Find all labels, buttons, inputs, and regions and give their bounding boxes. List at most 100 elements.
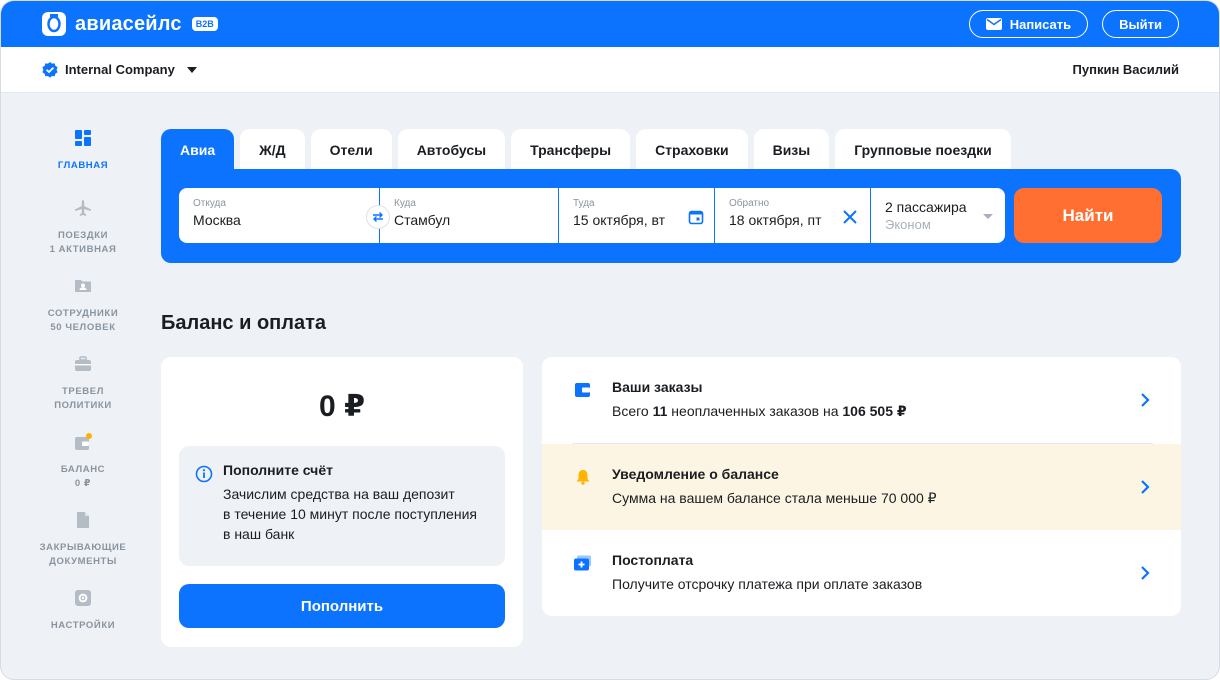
sidebar-item-settings[interactable]: НАСТРОЙКИ bbox=[51, 589, 115, 649]
departure-date-value: 15 октября, вт bbox=[573, 212, 666, 228]
destination-field[interactable]: Куда Стамбул bbox=[380, 188, 558, 243]
sidebar-item-label: ПОЕЗДКИ bbox=[57, 230, 109, 241]
topup-title: Пополните счёт bbox=[223, 462, 333, 478]
tab-hotels[interactable]: Отели bbox=[310, 129, 392, 171]
close-icon[interactable] bbox=[842, 209, 858, 225]
write-button-label: Написать bbox=[1009, 16, 1072, 32]
wallet-icon bbox=[575, 383, 590, 397]
notification-text: Сумма на вашем балансе стала меньше 70 0… bbox=[612, 490, 937, 506]
flight-search-form: Откуда Москва Куда Стамбул Туда 15 октяб… bbox=[161, 169, 1181, 263]
departure-date-field[interactable]: Туда 15 октября, вт bbox=[559, 188, 714, 243]
chevron-down-icon bbox=[983, 214, 993, 219]
sidebar-item-sublabel: ПОЛИТИКИ bbox=[54, 400, 112, 411]
search-button[interactable]: Найти bbox=[1014, 188, 1162, 243]
sidebar-item-trips[interactable]: ПОЕЗДКИ 1 АКТИВНАЯ bbox=[50, 199, 117, 277]
chevron-right-icon bbox=[1141, 393, 1150, 407]
orders-sum: 106 505 ₽ bbox=[842, 403, 907, 419]
sidebar-item-closing-documents[interactable]: ЗАКРЫВАЮЩИЕ ДОКУМЕНТЫ bbox=[40, 511, 127, 589]
user-name[interactable]: Пупкин Василий bbox=[1073, 62, 1179, 77]
topup-text: Зачислим средства на ваш депозит в течен… bbox=[223, 484, 489, 544]
return-date-label: Обратно bbox=[729, 198, 770, 209]
origin-field[interactable]: Откуда Москва bbox=[179, 188, 379, 243]
calendar-icon[interactable] bbox=[688, 209, 704, 225]
mail-icon bbox=[985, 18, 1002, 30]
logout-button[interactable]: Выйти bbox=[1102, 10, 1179, 38]
departure-date-label: Туда bbox=[573, 198, 595, 209]
logo[interactable]: авиасейлс B2B bbox=[41, 11, 218, 37]
topup-button[interactable]: Пополнить bbox=[179, 584, 505, 628]
sidebar-item-sublabel: 0 ₽ bbox=[74, 478, 92, 489]
sidebar: ГЛАВНАЯ ПОЕЗДКИ 1 АКТИВНАЯ СОТРУДНИКИ 50… bbox=[31, 129, 135, 649]
destination-value: Стамбул bbox=[394, 212, 451, 228]
payments-list: Ваши заказы Всего 11 неоплаченных заказо… bbox=[542, 357, 1181, 616]
section-title: Баланс и оплата bbox=[161, 312, 326, 334]
return-date-value: 18 октября, пт bbox=[729, 212, 822, 228]
sidebar-item-employees[interactable]: СОТРУДНИКИ 50 ЧЕЛОВЕК bbox=[48, 277, 119, 355]
dashboard-icon bbox=[74, 130, 91, 146]
sidebar-item-sublabel: ДОКУМЕНТЫ bbox=[49, 556, 117, 567]
orders-text-middle: неоплаченных заказов на bbox=[667, 403, 843, 419]
info-icon bbox=[195, 465, 213, 483]
postpay-title: Постоплата bbox=[612, 552, 694, 568]
passengers-value: 2 пассажира bbox=[885, 199, 967, 215]
tab-group-trips[interactable]: Групповые поездки bbox=[835, 129, 1011, 171]
list-item-postpayment[interactable]: Постоплата Получите отсрочку платежа при… bbox=[542, 530, 1181, 616]
swap-icon bbox=[373, 212, 383, 222]
wallet-icon bbox=[74, 433, 92, 450]
sidebar-item-label: ГЛАВНАЯ bbox=[57, 160, 109, 171]
tab-insurance[interactable]: Страховки bbox=[636, 129, 748, 171]
write-button[interactable]: Написать bbox=[968, 10, 1089, 38]
logo-badge: B2B bbox=[191, 17, 218, 31]
id-card-icon bbox=[74, 280, 91, 292]
swap-cities-button[interactable] bbox=[366, 205, 390, 229]
aviasales-logo-icon bbox=[42, 12, 66, 36]
topup-text-line: Зачислим средства на ваш депозит bbox=[223, 486, 455, 502]
chevron-right-icon bbox=[1141, 480, 1150, 494]
chevron-down-icon bbox=[186, 66, 197, 73]
bell-icon bbox=[576, 470, 590, 485]
cabin-class-value: Эконом bbox=[885, 217, 931, 232]
service-tabs: Авиа Ж/Д Отели Автобусы Трансферы Страхо… bbox=[161, 129, 1011, 171]
postpay-icon bbox=[574, 555, 591, 571]
list-item-orders[interactable]: Ваши заказы Всего 11 неоплаченных заказо… bbox=[542, 357, 1181, 443]
passengers-selector[interactable]: 2 пассажира Эконом bbox=[871, 188, 1005, 243]
balance-card: 0 ₽ Пополните счёт Зачислим средства на … bbox=[161, 357, 523, 647]
topup-text-line: в наш банк bbox=[223, 526, 295, 542]
document-icon bbox=[77, 512, 89, 528]
airplane-icon bbox=[74, 200, 91, 216]
orders-text-prefix: Всего bbox=[612, 403, 653, 419]
briefcase-icon bbox=[74, 356, 91, 371]
sidebar-item-label: СОТРУДНИКИ bbox=[47, 308, 119, 319]
company-name: Internal Company bbox=[65, 62, 175, 77]
sub-header: Internal Company Пупкин Василий bbox=[1, 47, 1219, 93]
tab-avia[interactable]: Авиа bbox=[161, 129, 235, 171]
sidebar-item-home[interactable]: ГЛАВНАЯ bbox=[58, 129, 108, 199]
postpay-text: Получите отсрочку платежа при оплате зак… bbox=[612, 576, 923, 592]
company-selector[interactable]: Internal Company bbox=[41, 61, 197, 79]
sidebar-item-balance[interactable]: БАЛАНС 0 ₽ bbox=[61, 433, 105, 511]
sidebar-item-label: БАЛАНС bbox=[60, 464, 106, 475]
tab-railway[interactable]: Ж/Д bbox=[240, 129, 305, 171]
app-window: авиасейлс B2B Написать Выйти Internal Co… bbox=[0, 0, 1220, 680]
list-item-balance-notification[interactable]: Уведомление о балансе Сумма на вашем бал… bbox=[542, 444, 1181, 530]
orders-text: Всего 11 неоплаченных заказов на 106 505… bbox=[612, 403, 1181, 420]
origin-value: Москва bbox=[193, 212, 241, 228]
sidebar-item-label: ЗАКРЫВАЮЩИЕ bbox=[39, 542, 127, 553]
tab-buses[interactable]: Автобусы bbox=[397, 129, 506, 171]
sidebar-item-travel-policies[interactable]: ТРЕВЕЛ ПОЛИТИКИ bbox=[54, 355, 112, 433]
balance-amount: 0 ₽ bbox=[319, 390, 365, 423]
return-date-field[interactable]: Обратно 18 октября, пт bbox=[715, 188, 870, 243]
topup-text-line: в течение 10 минут после поступления bbox=[223, 506, 477, 522]
tab-visas[interactable]: Визы bbox=[753, 129, 830, 171]
topup-info-box: Пополните счёт Зачислим средства на ваш … bbox=[179, 446, 505, 566]
orders-title: Ваши заказы bbox=[612, 379, 703, 395]
logout-button-label: Выйти bbox=[1119, 16, 1162, 32]
sidebar-item-sublabel: 50 ЧЕЛОВЕК bbox=[50, 322, 116, 333]
origin-label: Откуда bbox=[193, 198, 226, 209]
logo-text: авиасейлс bbox=[75, 12, 182, 35]
chevron-right-icon bbox=[1141, 566, 1150, 580]
top-bar: авиасейлс B2B Написать Выйти bbox=[1, 1, 1219, 47]
sidebar-item-sublabel: 1 АКТИВНАЯ bbox=[49, 244, 117, 255]
verified-icon bbox=[42, 61, 58, 78]
tab-transfers[interactable]: Трансферы bbox=[511, 129, 631, 171]
